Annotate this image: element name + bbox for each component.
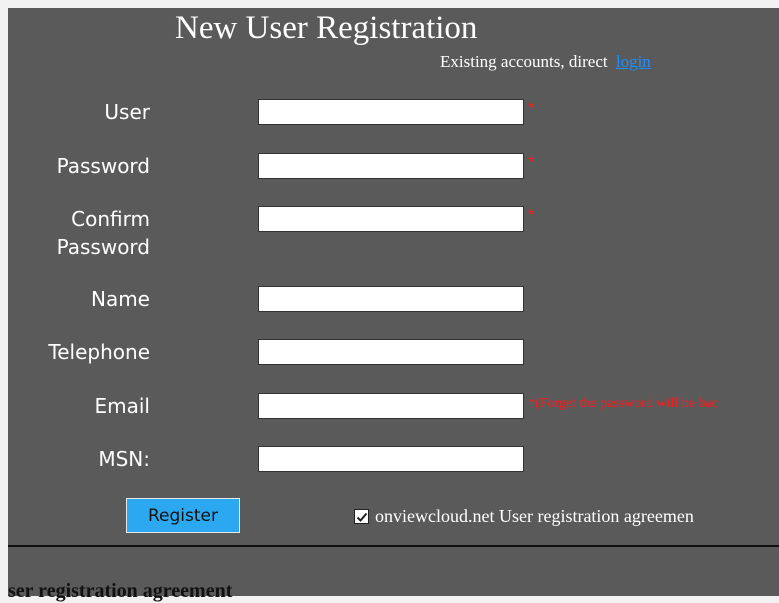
user-label: User bbox=[104, 100, 150, 124]
agreement-checkbox-row: onviewcloud.net User registration agreem… bbox=[354, 506, 694, 527]
email-required-marker: * bbox=[528, 396, 535, 411]
existing-account-label: Existing accounts, direct bbox=[440, 52, 608, 71]
msn-input[interactable] bbox=[258, 446, 524, 472]
user-input[interactable] bbox=[258, 99, 524, 125]
section-divider bbox=[8, 545, 779, 547]
name-input[interactable] bbox=[258, 286, 524, 312]
agreement-label: onviewcloud.net User registration agreem… bbox=[375, 506, 694, 526]
email-label: Email bbox=[94, 394, 151, 418]
confirm-password-input[interactable] bbox=[258, 206, 524, 232]
password-input[interactable] bbox=[258, 153, 524, 179]
password-label: Password bbox=[56, 154, 150, 178]
agreement-heading: ser registration agreement bbox=[8, 580, 233, 602]
email-note-text: (Forget the password will be bac bbox=[535, 396, 718, 411]
telephone-label: Telephone bbox=[48, 340, 150, 364]
check-icon bbox=[356, 512, 367, 522]
name-label: Name bbox=[90, 287, 150, 311]
existing-account-text: Existing accounts, direct login bbox=[440, 52, 651, 72]
msn-label: MSN: bbox=[98, 447, 150, 471]
login-link[interactable]: login bbox=[616, 52, 651, 71]
password-required-marker: * bbox=[528, 154, 535, 171]
page-title: New User Registration bbox=[175, 10, 478, 46]
user-required-marker: * bbox=[528, 100, 535, 117]
confirm-password-label: Confirm Password bbox=[56, 207, 150, 259]
agreement-checkbox[interactable] bbox=[354, 509, 369, 524]
register-button[interactable]: Register bbox=[126, 498, 240, 533]
email-note: *(Forget the password will be bac bbox=[528, 396, 718, 412]
confirm-password-required-marker: * bbox=[528, 207, 535, 224]
email-input[interactable] bbox=[258, 393, 524, 419]
telephone-input[interactable] bbox=[258, 339, 524, 365]
